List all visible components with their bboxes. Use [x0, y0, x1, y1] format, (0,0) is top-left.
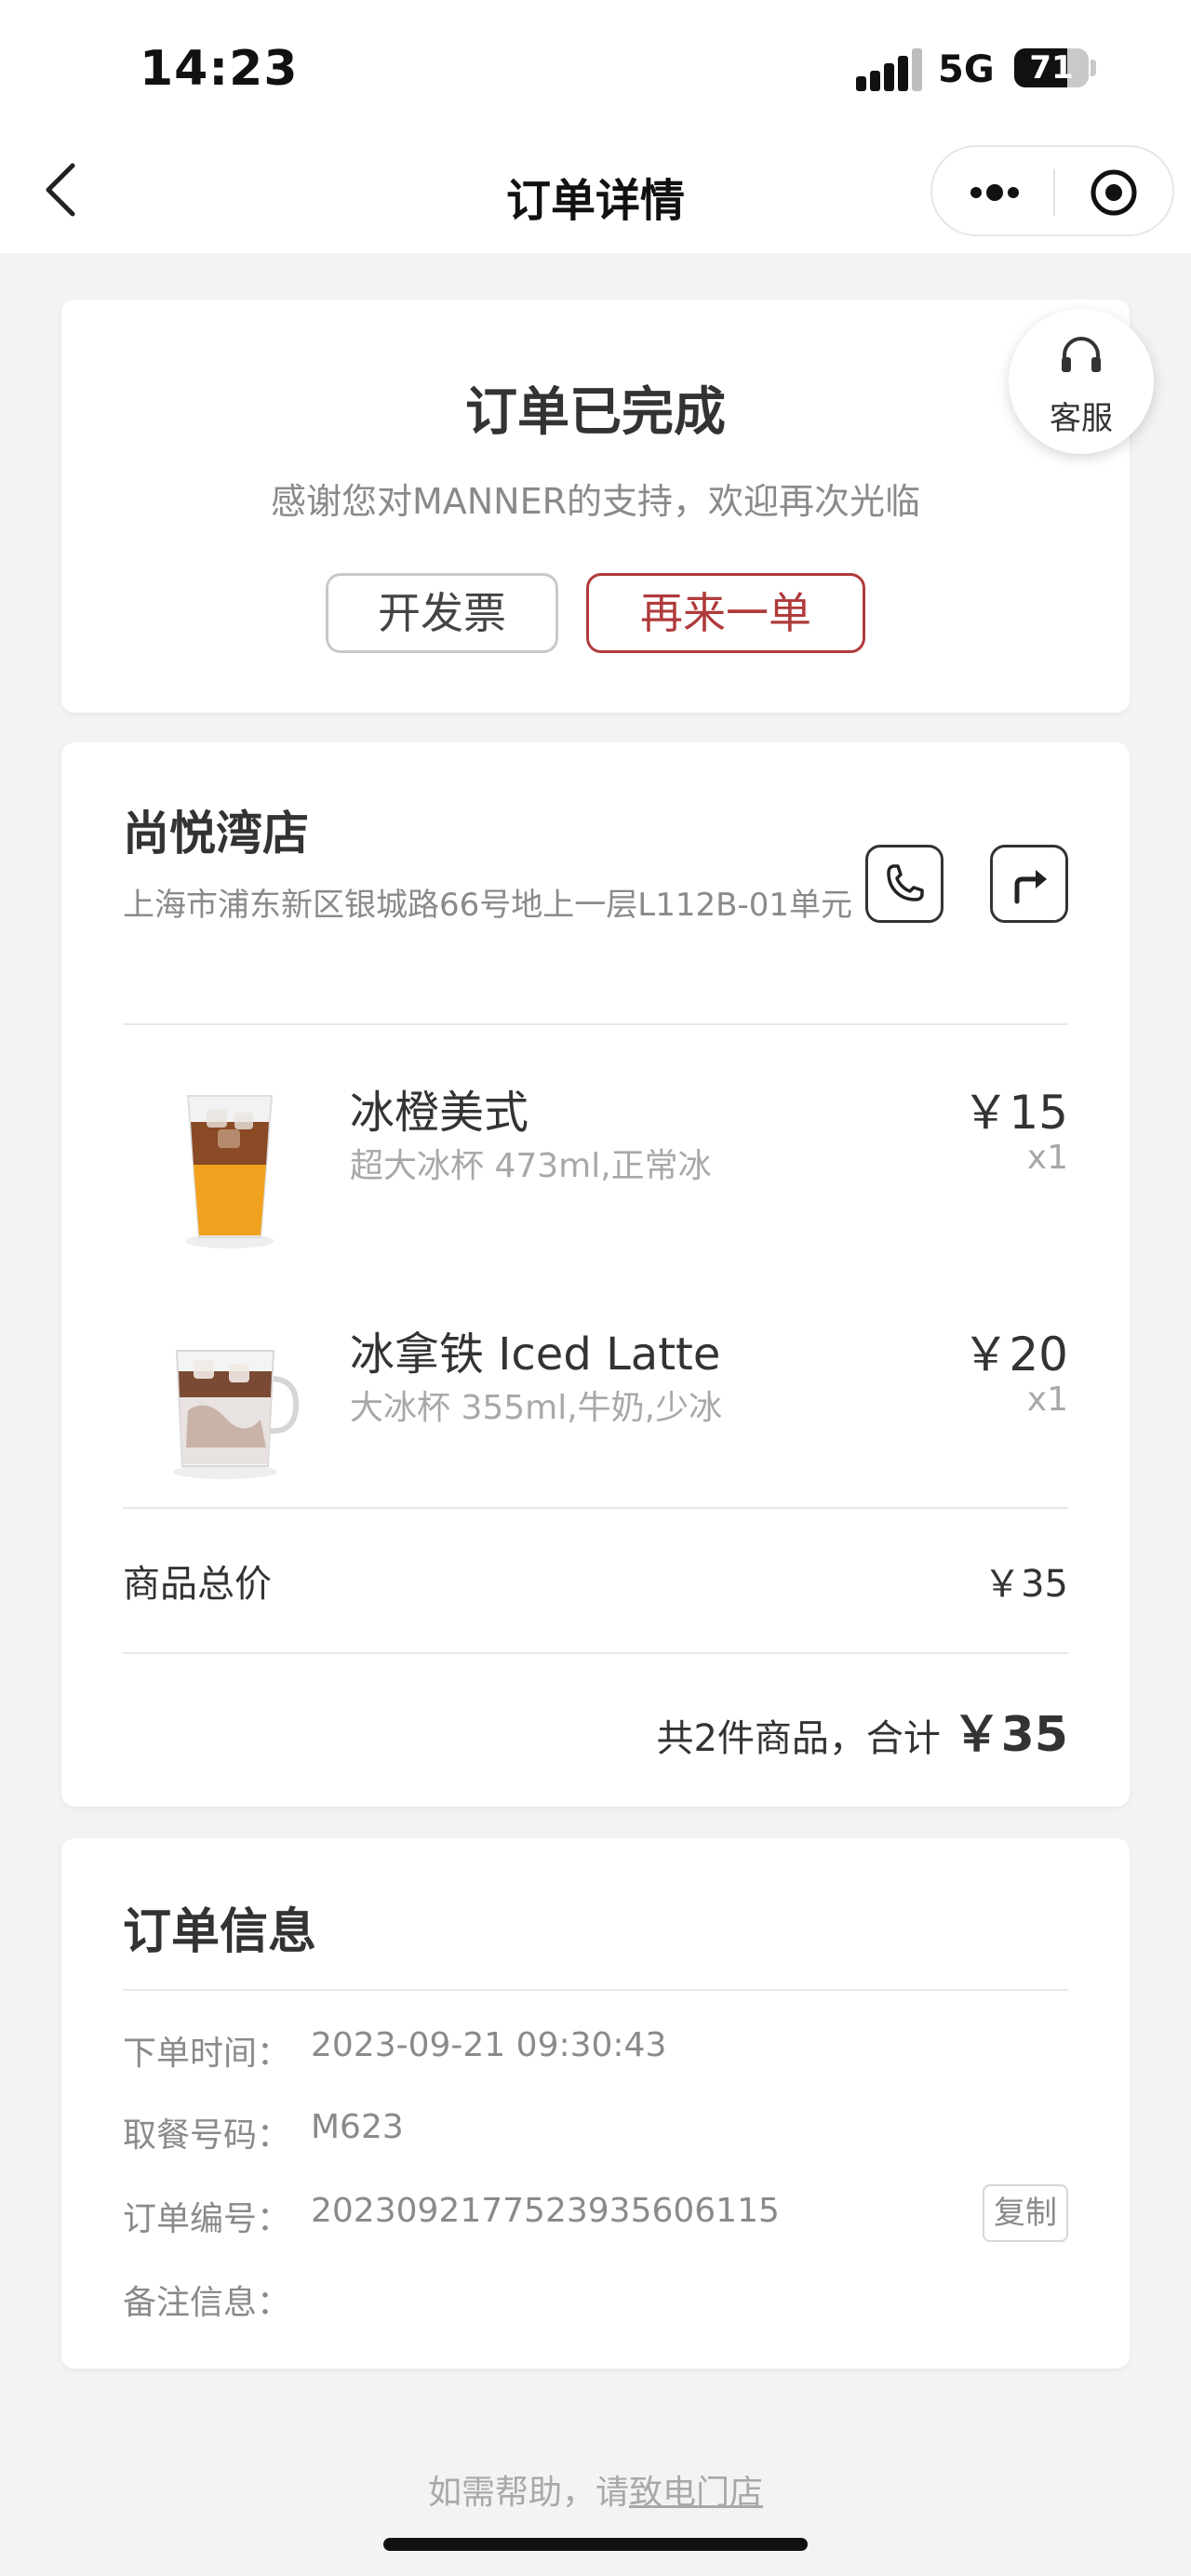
store-order-card: 尚悦湾店 上海市浦东新区银城路66号地上一层L112B-01单元 冰橙美式 超大… — [61, 742, 1130, 1807]
divider — [123, 1989, 1068, 1991]
subtotal-label: 商品总价 — [123, 1563, 272, 1606]
headset-icon — [1062, 337, 1101, 372]
order-info-title: 订单信息 — [123, 1904, 317, 1960]
top-bar: 14:23 5G 71 订单详情 — [0, 0, 1191, 253]
help-text: 如需帮助，请致电门店 — [0, 2465, 1191, 2514]
order-status-title: 订单已完成 — [465, 382, 726, 443]
more-dots-icon[interactable] — [968, 169, 1022, 216]
mini-program-capsule — [930, 145, 1174, 236]
order-time-value: 2023-09-21 09:30:43 — [311, 2026, 667, 2064]
store-name: 尚悦湾店 — [123, 807, 309, 861]
item-price: ￥15 — [962, 1086, 1068, 1140]
item-quantity: x1 — [1026, 1139, 1068, 1177]
help-prefix: 如需帮助，请 — [427, 2474, 629, 2512]
order-status-card: 订单已完成 感谢您对MANNER的支持，欢迎再次光临 开发票 再来一单 — [61, 300, 1130, 713]
order-status-subtitle: 感谢您对MANNER的支持，欢迎再次光临 — [270, 481, 921, 522]
call-store-link[interactable]: 致电门店 — [629, 2474, 763, 2512]
invoice-button[interactable]: 开发票 — [326, 573, 558, 653]
iced-orange-americano-image — [185, 1095, 274, 1248]
total-prefix: 共2件商品，合计 — [656, 1717, 941, 1760]
iced-latte-image — [173, 1350, 300, 1479]
item-spec: 大冰杯 355ml,牛奶,少冰 — [350, 1389, 723, 1427]
battery-level: 71 — [1029, 49, 1074, 87]
remark-label: 备注信息： — [123, 2284, 291, 2322]
status-time: 14:23 — [140, 41, 299, 97]
signal-icon — [856, 48, 922, 91]
item-name: 冰拿铁 Iced Latte — [350, 1328, 721, 1381]
customer-service-label: 客服 — [1050, 400, 1113, 437]
home-indicator — [383, 2538, 808, 2551]
item-price: ￥20 — [962, 1328, 1068, 1381]
pickup-number-value: M623 — [311, 2108, 404, 2146]
navigate-store-button[interactable] — [990, 845, 1068, 923]
battery-icon: 71 — [1014, 48, 1089, 87]
divider — [123, 1023, 1068, 1025]
total-amount: ￥35 — [952, 1707, 1068, 1763]
item-name: 冰橙美式 — [350, 1087, 529, 1139]
order-number-label: 订单编号： — [123, 2200, 291, 2238]
pickup-number-label: 取餐号码： — [123, 2116, 291, 2155]
divider — [123, 1652, 1068, 1654]
capsule-divider — [1053, 169, 1055, 216]
phone-icon — [887, 864, 924, 901]
divider — [123, 1507, 1068, 1509]
order-info-card: 订单信息 下单时间： 2023-09-21 09:30:43 取餐号码： M62… — [61, 1838, 1130, 2369]
item-quantity: x1 — [1026, 1381, 1068, 1419]
network-label: 5G — [938, 48, 995, 91]
reorder-button[interactable]: 再来一单 — [586, 573, 865, 653]
order-number-value: 20230921775239356061​15 — [311, 2192, 780, 2230]
item-spec: 超大冰杯 473ml,正常冰 — [350, 1147, 712, 1185]
copy-order-number-button[interactable]: 复制 — [983, 2184, 1068, 2242]
order-time-label: 下单时间： — [123, 2035, 291, 2073]
order-total: 共2件商品，合计 ￥35 — [656, 1695, 1068, 1765]
subtotal-value: ￥35 — [984, 1563, 1068, 1606]
battery-tip — [1091, 60, 1096, 76]
target-circle-icon[interactable] — [1089, 167, 1139, 218]
store-address: 上海市浦东新区银城路66号地上一层L112B-01单元 — [123, 887, 852, 924]
call-store-button[interactable] — [865, 845, 943, 923]
customer-service-button[interactable]: 客服 — [1009, 309, 1154, 454]
directions-icon — [1014, 870, 1047, 904]
